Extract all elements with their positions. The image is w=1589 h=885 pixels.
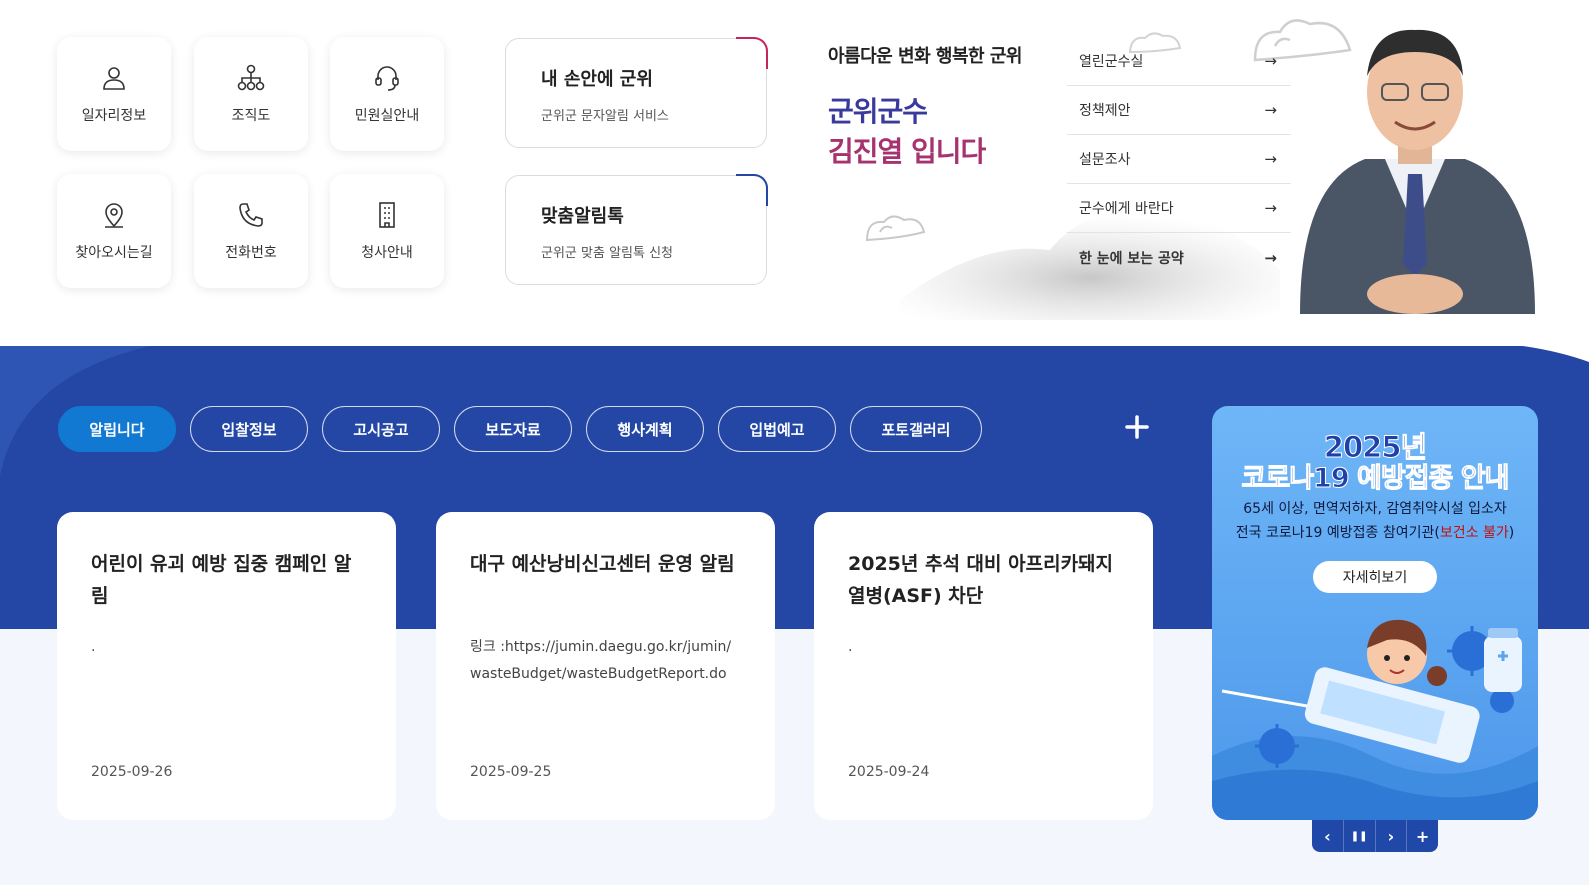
phone-icon [239,203,263,227]
quick-link-label: 청사안내 [361,245,413,261]
popup-banner[interactable]: 2025년 코로나19 예방접종 안내 65세 이상, 면역저하자, 감염취약시… [1212,406,1538,820]
location-pin-icon [105,203,123,228]
vaccination-illustration [1212,619,1538,820]
governor-link-open-office[interactable]: 열린군수실 → [1067,37,1291,86]
quick-link-label: 전화번호 [225,245,277,261]
governor-link-policy-proposal[interactable]: 정책제안 → [1067,86,1291,135]
person-icon [103,67,125,90]
news-date: 2025-09-25 [470,764,552,780]
news-body: 링크 :https://jumin.daegu.go.kr/jumin/wast… [470,639,732,682]
governor-link-label: 설문조사 [1079,152,1131,168]
banner-note-close: ) [1508,525,1515,541]
prev-icon[interactable]: ‹ [1312,820,1344,852]
next-icon[interactable]: › [1376,820,1408,852]
news-title: 대구 예산낭비신고센터 운영 알림 [470,553,735,575]
tab-press-release[interactable]: 보도자료 [454,406,572,452]
alert-card-title: 맞춤알림톡 [541,206,624,227]
arrow-right-icon: → [1264,150,1277,168]
org-chart-icon [237,64,265,91]
card-corner-accent [736,174,768,206]
quick-link-label: 민원실안내 [354,108,420,124]
news-card[interactable]: 2025년 추석 대비 아프리카돼지열병(ASF) 차단 . 2025-09-2… [814,512,1153,820]
quick-link-label: 일자리정보 [81,108,147,124]
plus-icon[interactable]: + [1407,820,1438,852]
pause-icon[interactable]: ❚❚ [1344,820,1376,852]
alert-card-subtitle: 군위군 맞춤 알림톡 신청 [541,246,673,261]
arrow-right-icon: → [1264,52,1277,70]
tab-legislation-notice[interactable]: 입법예고 [718,406,836,452]
banner-note: 전국 코로나19 예방접종 참여기관(보건소 불가) [1212,522,1538,542]
tab-notices[interactable]: 알립니다 [58,406,176,452]
governor-name: 김진열 입니다 [828,135,986,168]
tab-public-notice[interactable]: 고시공고 [322,406,440,452]
tab-bid-info[interactable]: 입찰정보 [190,406,308,452]
news-card[interactable]: 어린이 유괴 예방 집중 캠페인 알림 . 2025-09-26 [57,512,396,820]
news-card[interactable]: 대구 예산낭비신고센터 운영 알림 링크 :https://jumin.daeg… [436,512,775,820]
banner-controls: ‹ ❚❚ › + [1312,820,1438,852]
card-corner-accent [736,37,768,69]
governor-link-pledges[interactable]: 한 눈에 보는 공약 → [1067,233,1291,282]
news-title: 2025년 추석 대비 아프리카돼지열병(ASF) 차단 [848,553,1114,607]
governor-link-label: 정책제안 [1079,103,1131,119]
quick-link-org-chart[interactable]: 조직도 [194,37,308,151]
quick-link-label: 찾아오시는길 [75,245,153,261]
sms-alert-card[interactable]: 내 손안에 군위 군위군 문자알림 서비스 [505,37,768,148]
governor-link-survey[interactable]: 설문조사 → [1067,135,1291,184]
arrow-right-icon: → [1264,248,1277,267]
tab-photo-gallery[interactable]: 포토갤러리 [850,406,982,452]
news-body: . [91,639,96,655]
alert-card-subtitle: 군위군 문자알림 서비스 [541,109,669,124]
wave-decoration [1350,330,1589,362]
arrow-right-icon: → [1264,199,1277,217]
quick-link-phone[interactable]: 전화번호 [194,174,308,288]
governor-slogan: 아름다운 변화 행복한 군위 [828,46,1022,67]
building-icon [379,202,395,228]
governor-link-label: 열린군수실 [1079,54,1144,70]
cloud-decoration-icon [865,215,926,242]
quick-link-jobs[interactable]: 일자리정보 [57,37,171,151]
quick-link-directions[interactable]: 찾아오시는길 [57,174,171,288]
quick-link-building[interactable]: 청사안내 [330,174,444,288]
quick-link-label: 조직도 [231,108,271,124]
news-title: 어린이 유괴 예방 집중 캠페인 알림 [91,553,352,607]
plus-icon[interactable] [1124,414,1150,440]
quick-link-civil-office[interactable]: 민원실안내 [330,37,444,151]
banner-target: 65세 이상, 면역저하자, 감염취약시설 입소자 [1243,501,1507,517]
news-date: 2025-09-24 [848,764,930,780]
news-date: 2025-09-26 [91,764,173,780]
arrow-right-icon: → [1264,101,1277,119]
banner-note-warning: 보건소 불가 [1439,525,1509,541]
alert-card-title: 내 손안에 군위 [541,69,653,90]
governor-portrait [1300,29,1535,314]
banner-title: 코로나19 예방접종 안내 [1241,463,1510,495]
tab-event-plan[interactable]: 행사계획 [586,406,704,452]
governor-link-requests[interactable]: 군수에게 바란다 → [1067,184,1291,233]
governor-link-label: 한 눈에 보는 공약 [1079,250,1184,267]
headset-icon [375,66,399,91]
banner-more-button[interactable]: 자세히보기 [1313,561,1437,593]
news-body: . [848,639,853,655]
governor-title: 군위군수 [828,95,928,128]
banner-note-text: 전국 코로나19 예방접종 참여기관( [1235,525,1440,541]
governor-link-label: 군수에게 바란다 [1079,201,1174,217]
custom-alert-card[interactable]: 맞춤알림톡 군위군 맞춤 알림톡 신청 [505,174,768,285]
